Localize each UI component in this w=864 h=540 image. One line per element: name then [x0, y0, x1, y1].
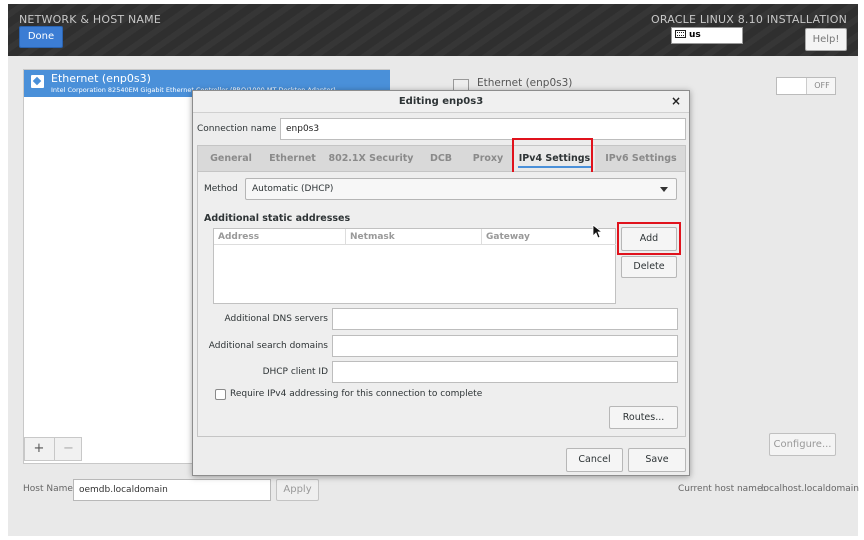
- device-name: Ethernet (enp0s3): [51, 72, 151, 85]
- hostname-input[interactable]: oemdb.localdomain: [73, 479, 271, 501]
- save-button[interactable]: Save: [628, 448, 686, 472]
- device-list-toolbar: + −: [24, 437, 82, 461]
- search-domains-input[interactable]: [332, 335, 678, 357]
- add-device-button[interactable]: +: [25, 438, 53, 460]
- tab-8021x-security[interactable]: 802.1X Security: [324, 146, 418, 171]
- mouse-cursor-icon: [592, 224, 602, 239]
- toggle-state-label: OFF: [814, 81, 830, 90]
- routes-button[interactable]: Routes...: [609, 406, 678, 429]
- tab-ipv6-settings[interactable]: IPv6 Settings: [598, 146, 684, 171]
- addresses-table[interactable]: Address Netmask Gateway: [213, 228, 616, 304]
- dhcp-client-id-input[interactable]: [332, 361, 678, 383]
- apply-button[interactable]: Apply: [276, 479, 319, 501]
- settings-tabs: General Ethernet 802.1X Security DCB Pro…: [197, 145, 686, 172]
- connection-name-label: Connection name: [197, 124, 277, 134]
- cancel-button[interactable]: Cancel: [566, 448, 623, 472]
- method-value: Automatic (DHCP): [252, 184, 334, 194]
- page-title: NETWORK & HOST NAME: [19, 13, 161, 26]
- keyboard-icon: [675, 30, 686, 38]
- dhcp-client-id-label: DHCP client ID: [262, 367, 328, 377]
- tab-general[interactable]: General: [201, 146, 261, 171]
- tab-dcb[interactable]: DCB: [420, 146, 462, 171]
- product-title: ORACLE LINUX 8.10 INSTALLATION: [651, 13, 847, 26]
- search-domains-label: Additional search domains: [208, 341, 328, 351]
- method-select[interactable]: Automatic (DHCP): [245, 178, 677, 200]
- keyboard-layout-label: us: [689, 30, 701, 40]
- dns-servers-label: Additional DNS servers: [224, 314, 328, 324]
- help-button[interactable]: Help!: [805, 28, 847, 51]
- method-label: Method: [204, 184, 238, 194]
- done-button[interactable]: Done: [19, 26, 63, 48]
- toggle-knob: [777, 78, 807, 94]
- delete-address-button[interactable]: Delete: [621, 256, 677, 278]
- add-highlight-box: [617, 222, 681, 255]
- connection-name-input[interactable]: enp0s3: [280, 118, 686, 140]
- column-header-netmask[interactable]: Netmask: [346, 229, 482, 245]
- remove-device-button[interactable]: −: [54, 438, 82, 460]
- column-header-address[interactable]: Address: [214, 229, 346, 245]
- device-toggle[interactable]: OFF: [776, 77, 836, 95]
- tab-ethernet[interactable]: Ethernet: [261, 146, 324, 171]
- current-hostname-value: localhost.localdomain: [761, 484, 859, 494]
- configure-button[interactable]: Configure...: [769, 433, 836, 456]
- current-hostname-label: Current host name:: [678, 484, 766, 494]
- chevron-down-icon: [660, 187, 668, 192]
- dns-servers-input[interactable]: [332, 308, 678, 330]
- tab-proxy[interactable]: Proxy: [464, 146, 512, 171]
- dialog-title: Editing enp0s3: [193, 91, 689, 113]
- keyboard-layout-indicator[interactable]: us: [671, 27, 743, 44]
- addresses-heading: Additional static addresses: [204, 213, 351, 224]
- require-ipv4-label[interactable]: Require IPv4 addressing for this connect…: [230, 389, 482, 399]
- ethernet-icon: [31, 75, 44, 88]
- editing-dialog: Editing enp0s3 × Connection name enp0s3 …: [192, 90, 690, 476]
- device-detail-title: Ethernet (enp0s3): [477, 77, 573, 89]
- tab-highlight-box: [512, 138, 593, 174]
- require-ipv4-checkbox[interactable]: [215, 389, 226, 400]
- close-icon[interactable]: ×: [669, 94, 683, 108]
- hostname-label: Host Name:: [23, 484, 76, 494]
